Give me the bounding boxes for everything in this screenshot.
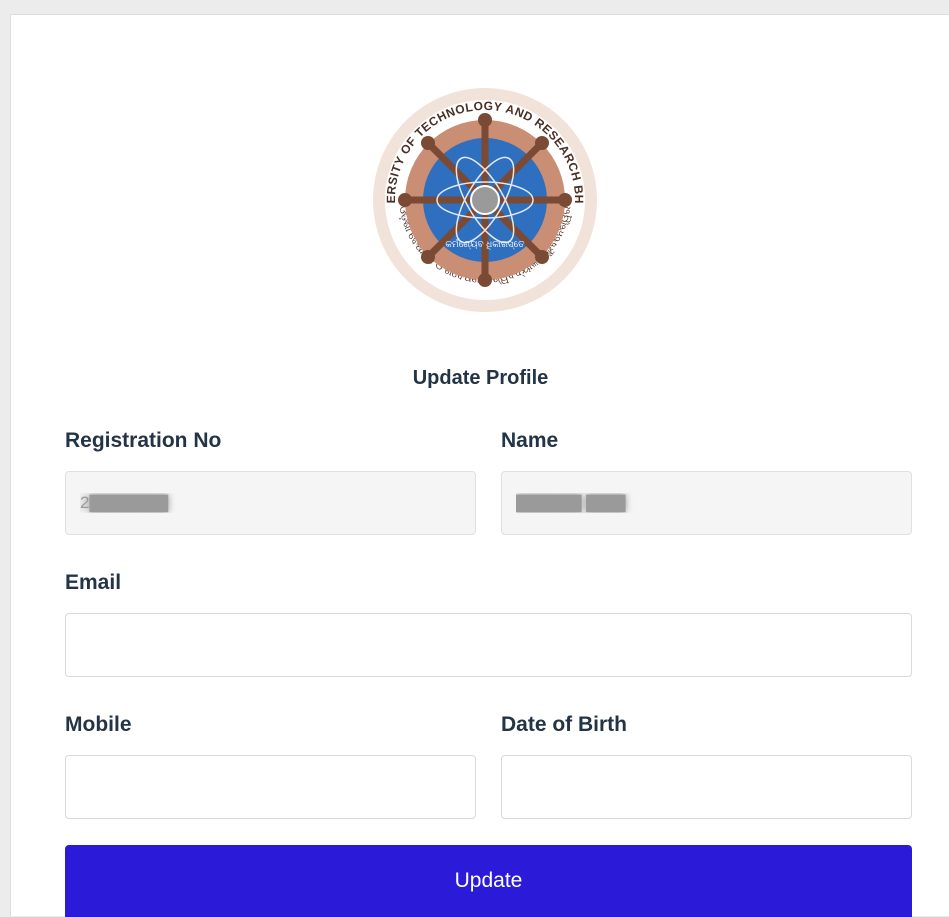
mobile-label: Mobile (65, 713, 132, 736)
name-field[interactable] (501, 471, 912, 535)
university-logo: ODISHA UNIVERSITY OF TECHNOLOGY AND RESE… (370, 85, 597, 312)
mobile-field[interactable] (65, 755, 476, 819)
update-button[interactable]: Update (65, 845, 912, 917)
svg-text:କର୍ମଣ୍ୟେବ ଧିକାରସ୍ତେ: କର୍ମଣ୍ୟେବ ଧିକାରସ୍ତେ (445, 238, 525, 250)
dob-label: Date of Birth (501, 713, 627, 736)
email-label: Email (65, 571, 122, 594)
dob-field[interactable] (501, 755, 912, 819)
registration-label: Registration No (65, 429, 222, 452)
registration-field[interactable] (65, 471, 476, 535)
email-field[interactable] (65, 613, 912, 677)
update-profile-card: ODISHA UNIVERSITY OF TECHNOLOGY AND RESE… (10, 14, 949, 917)
page-title: Update Profile (412, 367, 549, 389)
name-label: Name (501, 429, 559, 452)
